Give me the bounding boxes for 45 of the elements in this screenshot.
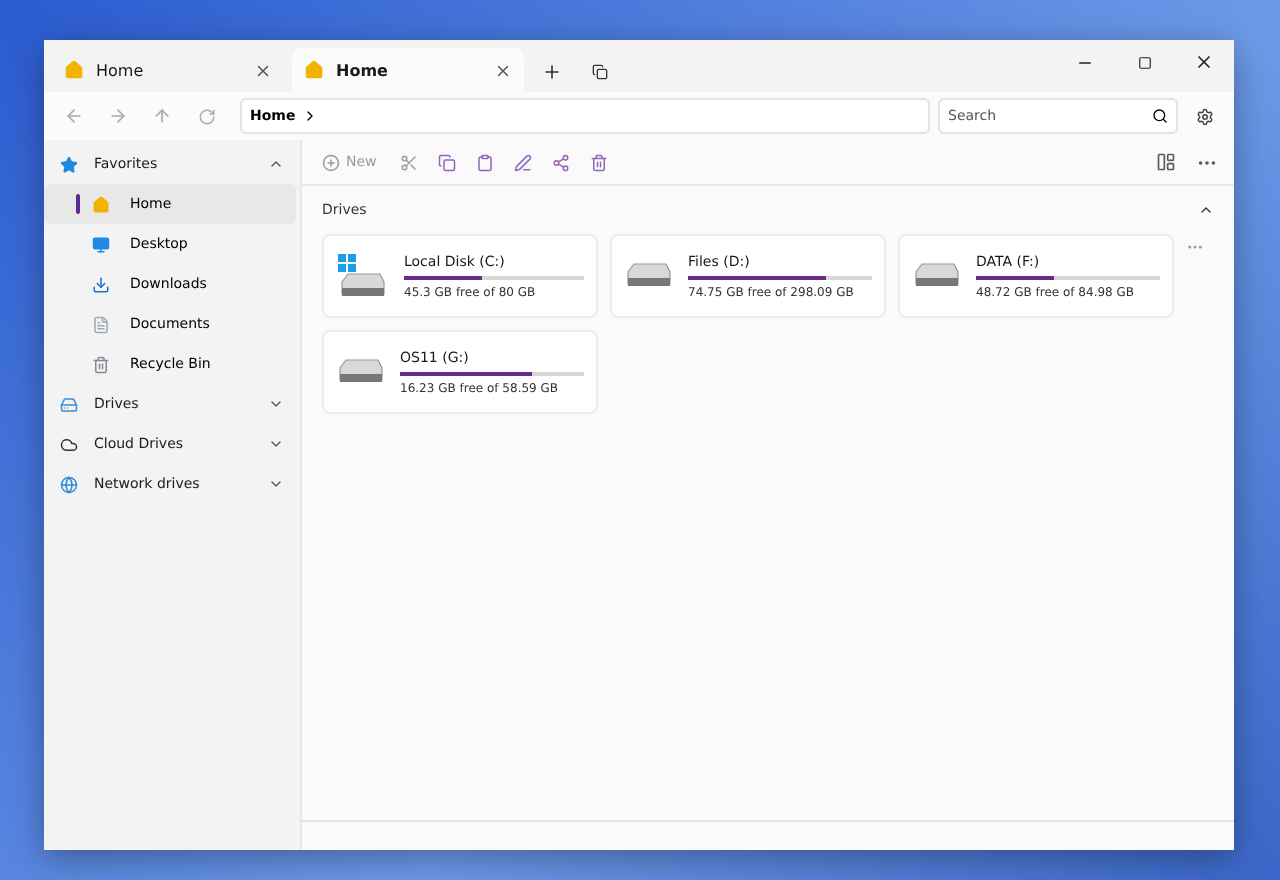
arrow-up-icon — [152, 106, 172, 126]
maximize-icon — [1137, 55, 1151, 69]
drive-icon — [336, 358, 384, 386]
copy-icon — [592, 64, 608, 80]
arrow-right-icon — [108, 106, 128, 126]
selection-indicator — [76, 194, 80, 214]
chevron-up-icon[interactable] — [1198, 202, 1214, 218]
plus-icon — [542, 62, 562, 82]
drive-icon — [912, 262, 960, 290]
tab[interactable]: Home — [292, 48, 524, 92]
drive-icon — [336, 252, 388, 300]
download-icon — [92, 275, 110, 293]
document-icon — [92, 315, 110, 333]
cloud-icon — [60, 435, 78, 453]
scissors-icon[interactable] — [400, 153, 419, 171]
chevron-down-icon — [268, 436, 284, 452]
clipboard-icon[interactable] — [476, 153, 495, 171]
drive-icon — [60, 395, 78, 413]
close-icon — [1194, 52, 1214, 72]
pencil-icon[interactable] — [514, 153, 533, 171]
home-icon — [92, 195, 110, 213]
settings-icon — [1195, 107, 1213, 125]
chevron-down-icon — [268, 396, 284, 412]
layout-icon[interactable] — [1156, 152, 1176, 172]
chevron-up-icon — [268, 156, 284, 172]
tab-label: Home — [96, 61, 144, 79]
search-icon — [1152, 108, 1168, 124]
trash-icon[interactable] — [590, 153, 609, 171]
copy-icon[interactable] — [438, 153, 457, 171]
plus-circle-icon — [322, 153, 340, 171]
trash-icon — [92, 355, 110, 373]
globe-icon — [60, 475, 78, 493]
monitor-icon — [92, 235, 110, 253]
tab[interactable]: Home — [52, 48, 284, 92]
home-icon — [304, 60, 324, 80]
share-icon[interactable] — [552, 153, 571, 171]
tab-label: Home — [336, 61, 388, 79]
chevron-down-icon — [268, 476, 284, 492]
star-icon — [60, 155, 78, 173]
close-tab-icon[interactable] — [254, 61, 272, 79]
refresh-icon — [197, 107, 215, 125]
close-tab-icon[interactable] — [494, 61, 512, 79]
drive-icon — [624, 262, 672, 290]
arrow-left-icon — [64, 106, 84, 126]
home-icon — [64, 60, 84, 80]
